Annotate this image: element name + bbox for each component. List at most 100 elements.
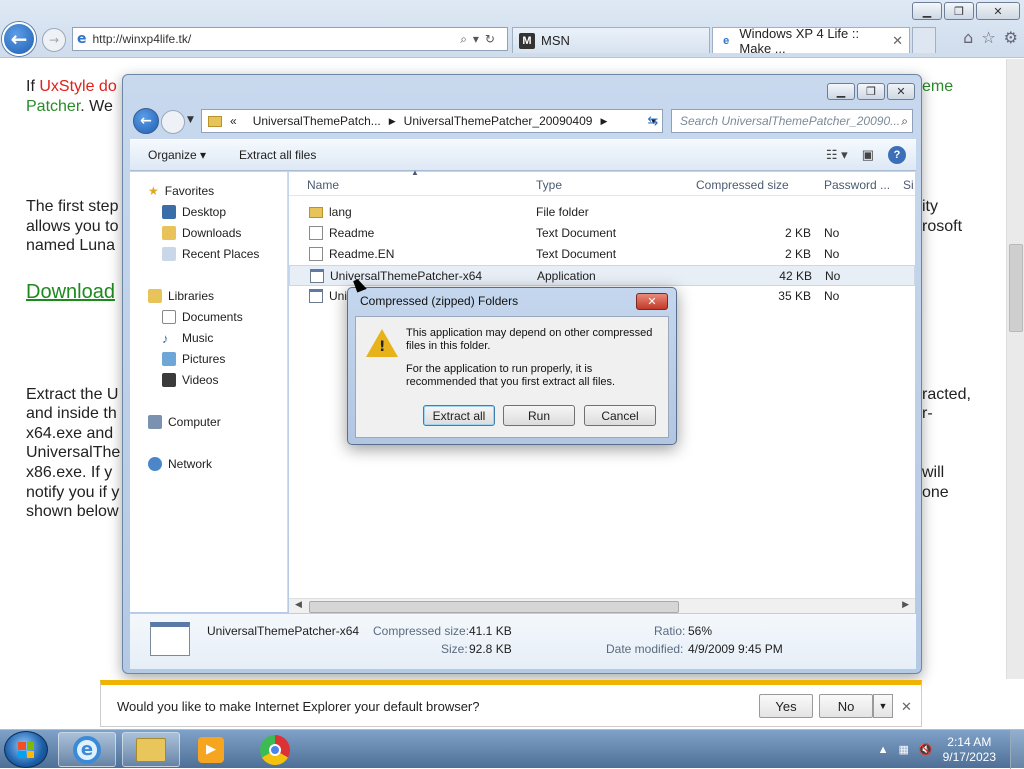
details-ratio-label: Ratio: bbox=[654, 624, 686, 638]
nav-recent-places[interactable]: Recent Places bbox=[162, 245, 259, 263]
scrollbar-thumb[interactable] bbox=[1009, 244, 1023, 332]
volume-muted-icon[interactable]: 🔇 bbox=[919, 743, 933, 756]
no-button[interactable]: No bbox=[819, 694, 873, 718]
breadcrumb-separator-icon[interactable]: ▶ bbox=[389, 116, 396, 127]
run-button[interactable]: Run bbox=[503, 405, 575, 426]
extract-all-button[interactable]: Extract all bbox=[423, 405, 495, 426]
taskbar-chrome[interactable] bbox=[246, 732, 304, 767]
show-desktop-button[interactable] bbox=[1010, 730, 1024, 769]
tab-msn[interactable]: M MSN bbox=[512, 27, 710, 53]
favorites-star-icon[interactable]: ☆ bbox=[981, 28, 995, 47]
nav-libraries[interactable]: Libraries bbox=[148, 287, 214, 305]
yes-button[interactable]: Yes bbox=[759, 694, 813, 718]
no-options-dropdown-icon[interactable]: ▼ bbox=[873, 694, 893, 718]
extract-all-files-button[interactable]: Extract all files bbox=[239, 148, 316, 162]
start-button[interactable] bbox=[4, 731, 48, 768]
dialog-close-button[interactable]: ✕ bbox=[636, 293, 668, 310]
new-tab-button[interactable] bbox=[912, 27, 936, 53]
nav-music[interactable]: ♪ Music bbox=[162, 329, 213, 347]
breadcrumb-overflow[interactable]: « bbox=[230, 114, 237, 128]
breadcrumb-item[interactable]: UniversalThemePatch... bbox=[253, 114, 381, 128]
tab-winxp4life[interactable]: e Windows XP 4 Life :: Make ... ✕ bbox=[712, 26, 910, 56]
refresh-icon[interactable]: ⇆ bbox=[641, 110, 665, 132]
address-tools-icon[interactable]: ⌕▾↻ bbox=[460, 32, 501, 47]
details-compressed-value: 41.1 KB bbox=[469, 624, 512, 638]
details-modified-label: Date modified: bbox=[606, 642, 684, 656]
taskbar: e ▶ ▲ ▦ 🔇 2:14 AM 9/17/2023 bbox=[0, 729, 1024, 769]
search-icon[interactable]: ⌕ bbox=[901, 114, 908, 129]
breadcrumb-item[interactable]: UniversalThemePatcher_20090409 bbox=[404, 114, 593, 128]
preview-pane-icon[interactable]: ▣ bbox=[862, 147, 874, 163]
clock[interactable]: 2:14 AM 9/17/2023 bbox=[943, 735, 996, 765]
explorer-nav-row: ← ▼ « UniversalThemePatch... ▶ Universal… bbox=[131, 107, 915, 135]
organize-button[interactable]: Organize ▾ bbox=[148, 148, 206, 162]
dialog-body: ! This application may depend on other c… bbox=[355, 316, 669, 438]
file-row-selected[interactable]: UniversalThemePatcher-x64 Application 42… bbox=[289, 265, 915, 286]
horizontal-scrollbar[interactable]: ◀ ▶ bbox=[289, 598, 915, 614]
search-input[interactable]: Search UniversalThemePatcher_20090... ⌕ bbox=[671, 109, 913, 133]
address-url[interactable]: http://winxp4life.tk/ bbox=[93, 32, 461, 46]
taskbar-internet-explorer[interactable]: e bbox=[58, 732, 116, 767]
close-button[interactable]: ✕ bbox=[976, 2, 1020, 20]
recent-pages-dropdown-icon[interactable]: ▼ bbox=[187, 115, 194, 125]
ie-page-icon: e bbox=[77, 31, 87, 47]
address-bar[interactable]: e http://winxp4life.tk/ ⌕▾↻ bbox=[72, 27, 508, 51]
file-compressed-size: 2 KB bbox=[784, 226, 811, 240]
view-options-icon[interactable]: ☷ ▾ bbox=[826, 147, 848, 163]
gear-icon[interactable]: ⚙ bbox=[1004, 28, 1018, 47]
cancel-button[interactable]: Cancel bbox=[584, 405, 656, 426]
explorer-forward-button[interactable] bbox=[161, 110, 185, 134]
notification-close-icon[interactable]: ✕ bbox=[901, 699, 912, 715]
explorer-minimize-button[interactable]: ▁ bbox=[827, 83, 855, 100]
pictures-icon bbox=[162, 352, 176, 366]
chrome-icon bbox=[260, 734, 290, 765]
taskbar-windows-explorer[interactable] bbox=[122, 732, 180, 767]
nav-documents[interactable]: Documents bbox=[162, 308, 243, 326]
taskbar-media-player[interactable]: ▶ bbox=[182, 732, 240, 767]
help-icon[interactable]: ? bbox=[888, 146, 906, 164]
back-arrow-icon: ← bbox=[10, 27, 28, 51]
explorer-back-button[interactable]: ← bbox=[133, 108, 159, 134]
nav-videos[interactable]: Videos bbox=[162, 371, 218, 389]
file-password: No bbox=[824, 289, 840, 303]
page-text-fragment: rosoft bbox=[922, 218, 963, 235]
file-name: Readme bbox=[329, 226, 375, 240]
file-row[interactable]: Readme.EN Text Document 2 KB No bbox=[289, 244, 915, 265]
nav-pictures[interactable]: Pictures bbox=[162, 350, 225, 368]
column-compressed-size[interactable]: Compressed size bbox=[696, 178, 789, 192]
column-size[interactable]: Si bbox=[903, 178, 914, 192]
scroll-left-icon[interactable]: ◀ bbox=[295, 600, 302, 610]
back-button[interactable]: ← bbox=[2, 22, 36, 56]
page-scrollbar[interactable] bbox=[1006, 59, 1024, 679]
file-row[interactable]: Readme Text Document 2 KB No bbox=[289, 223, 915, 244]
file-compressed-size: 35 KB bbox=[778, 289, 811, 303]
home-icon[interactable]: ⌂ bbox=[963, 28, 973, 47]
tab-close-icon[interactable]: ✕ bbox=[892, 33, 903, 49]
file-row[interactable]: lang File folder bbox=[289, 202, 915, 223]
maximize-button[interactable]: ❐ bbox=[944, 2, 974, 20]
nav-computer[interactable]: Computer bbox=[148, 413, 221, 431]
nav-desktop[interactable]: Desktop bbox=[162, 203, 226, 221]
nav-downloads[interactable]: Downloads bbox=[162, 224, 241, 242]
column-name[interactable]: Name bbox=[307, 178, 339, 192]
forward-button[interactable]: → bbox=[42, 28, 66, 52]
column-password[interactable]: Password ... bbox=[824, 178, 890, 192]
nav-favorites[interactable]: ★ Favorites bbox=[148, 182, 214, 200]
download-link[interactable]: Download bbox=[26, 282, 115, 303]
network-tray-icon[interactable]: ▦ bbox=[899, 743, 909, 756]
breadcrumb-separator-icon[interactable]: ▶ bbox=[600, 116, 607, 127]
horizontal-scroll-thumb[interactable] bbox=[309, 601, 679, 613]
minimize-button[interactable]: ▁ bbox=[912, 2, 942, 20]
breadcrumb[interactable]: « UniversalThemePatch... ▶ UniversalThem… bbox=[201, 109, 663, 133]
nav-network[interactable]: Network bbox=[148, 455, 212, 473]
folder-icon bbox=[309, 207, 323, 218]
file-password: No bbox=[824, 247, 840, 261]
show-hidden-icons-icon[interactable]: ▲ bbox=[878, 744, 889, 756]
column-type[interactable]: Type bbox=[536, 178, 562, 192]
explorer-maximize-button[interactable]: ❐ bbox=[857, 83, 885, 100]
clock-date: 9/17/2023 bbox=[942, 749, 996, 764]
explorer-close-button[interactable]: ✕ bbox=[887, 83, 915, 100]
scroll-right-icon[interactable]: ▶ bbox=[902, 600, 909, 610]
page-text-line: notify you if y bbox=[26, 484, 120, 501]
computer-icon bbox=[148, 415, 162, 429]
